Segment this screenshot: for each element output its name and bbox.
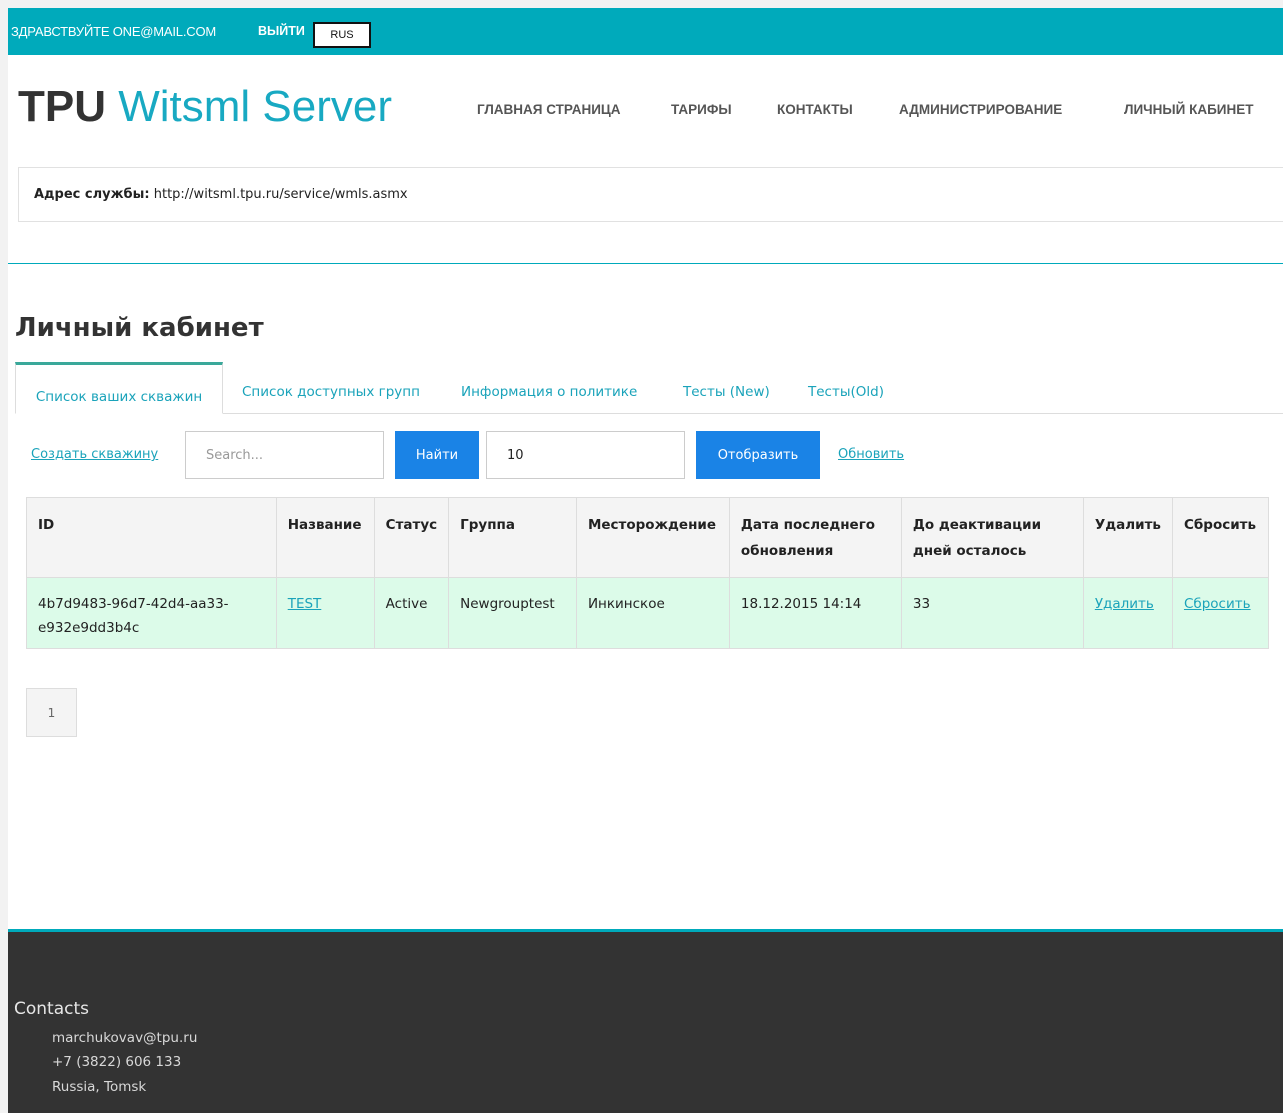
nav-tariffs[interactable]: ТАРИФЫ: [671, 102, 732, 117]
delete-link[interactable]: Удалить: [1095, 596, 1154, 612]
cell-updated: 18.12.2015 14:14: [728, 577, 902, 649]
logout-link[interactable]: ВЫЙТИ: [258, 24, 305, 38]
cell-name: TEST: [275, 577, 375, 649]
page-title: Личный кабинет: [15, 313, 264, 343]
col-header-id: ID: [26, 497, 277, 578]
show-button[interactable]: Отобразить: [696, 431, 820, 479]
footer-email[interactable]: marchukovav@tpu.ru: [52, 1030, 197, 1046]
col-header-name: Название: [275, 497, 375, 578]
service-address-box: Адрес службы: http://witsml.tpu.ru/servi…: [18, 167, 1283, 222]
footer: Contacts marchukovav@tpu.ru +7 (3822) 60…: [8, 929, 1283, 1113]
top-bar: ЗДРАВСТВУЙТЕ ONE@MAIL.COM ВЫЙТИ RUS: [8, 8, 1283, 55]
col-header-days-left: До деактивации дней осталось: [900, 497, 1084, 578]
nav-administration[interactable]: АДМИНИСТРИРОВАНИЕ: [899, 102, 1062, 117]
page: ЗДРАВСТВУЙТЕ ONE@MAIL.COM ВЫЙТИ RUS TPU …: [8, 8, 1283, 1113]
main-nav: ГЛАВНАЯ СТРАНИЦА ТАРИФЫ КОНТАКТЫ АДМИНИС…: [8, 102, 1283, 122]
footer-phone: +7 (3822) 606 133: [52, 1054, 182, 1070]
col-header-reset: Сбросить: [1171, 497, 1270, 578]
language-selector[interactable]: RUS: [313, 22, 371, 48]
wells-table: ID Название Статус Группа Месторождение …: [26, 497, 1270, 649]
cell-group: Newgrouptest: [448, 577, 577, 649]
page-size-input[interactable]: 10: [486, 431, 685, 479]
cell-field: Инкинское: [575, 577, 730, 649]
service-address-url: http://witsml.tpu.ru/service/wmls.asmx: [153, 187, 408, 202]
col-header-group: Группа: [448, 497, 577, 578]
nav-personal-account[interactable]: ЛИЧНЫЙ КАБИНЕТ: [1124, 102, 1253, 117]
col-header-field: Месторождение: [575, 497, 730, 578]
cell-reset: Сбросить: [1171, 577, 1270, 649]
find-button[interactable]: Найти: [395, 431, 479, 479]
refresh-link[interactable]: Обновить: [838, 447, 904, 462]
tab-policy-info[interactable]: Информация о политике: [461, 362, 637, 414]
tab-bar: Список ваших скважин Список доступных гр…: [15, 362, 1283, 414]
footer-location: Russia, Tomsk: [52, 1079, 147, 1095]
cell-status: Active: [373, 577, 450, 649]
service-address: Адрес службы: http://witsml.tpu.ru/servi…: [34, 187, 408, 202]
well-name-link[interactable]: TEST: [288, 596, 322, 612]
col-header-status: Статус: [373, 497, 450, 578]
col-header-updated: Дата последнего обновления: [728, 497, 902, 578]
tab-tests-old[interactable]: Тесты(Old): [808, 362, 884, 414]
service-address-label: Адрес службы:: [34, 187, 150, 202]
cell-days-left: 33: [900, 577, 1084, 649]
cell-delete: Удалить: [1082, 577, 1173, 649]
reset-link[interactable]: Сбросить: [1184, 596, 1251, 612]
search-input[interactable]: Search...: [185, 431, 384, 479]
tab-tests-new[interactable]: Тесты (New): [683, 362, 770, 414]
divider: [8, 263, 1283, 264]
create-well-link[interactable]: Создать скважину: [31, 447, 158, 462]
table-header-row: ID Название Статус Группа Месторождение …: [26, 497, 1270, 578]
pagination-page-1[interactable]: 1: [26, 688, 77, 737]
cell-id: 4b7d9483-96d7-42d4-aa33- e932e9dd3b4c: [26, 577, 277, 649]
table-row: 4b7d9483-96d7-42d4-aa33- e932e9dd3b4c TES…: [26, 577, 1270, 649]
footer-contacts-title: Contacts: [14, 999, 89, 1019]
nav-contacts[interactable]: КОНТАКТЫ: [777, 102, 853, 117]
nav-home[interactable]: ГЛАВНАЯ СТРАНИЦА: [477, 102, 621, 117]
greeting-text: ЗДРАВСТВУЙТЕ ONE@MAIL.COM: [11, 24, 216, 39]
tab-wells-list[interactable]: Список ваших скважин: [15, 362, 223, 414]
tab-groups-list[interactable]: Список доступных групп: [242, 362, 420, 414]
col-header-delete: Удалить: [1082, 497, 1173, 578]
